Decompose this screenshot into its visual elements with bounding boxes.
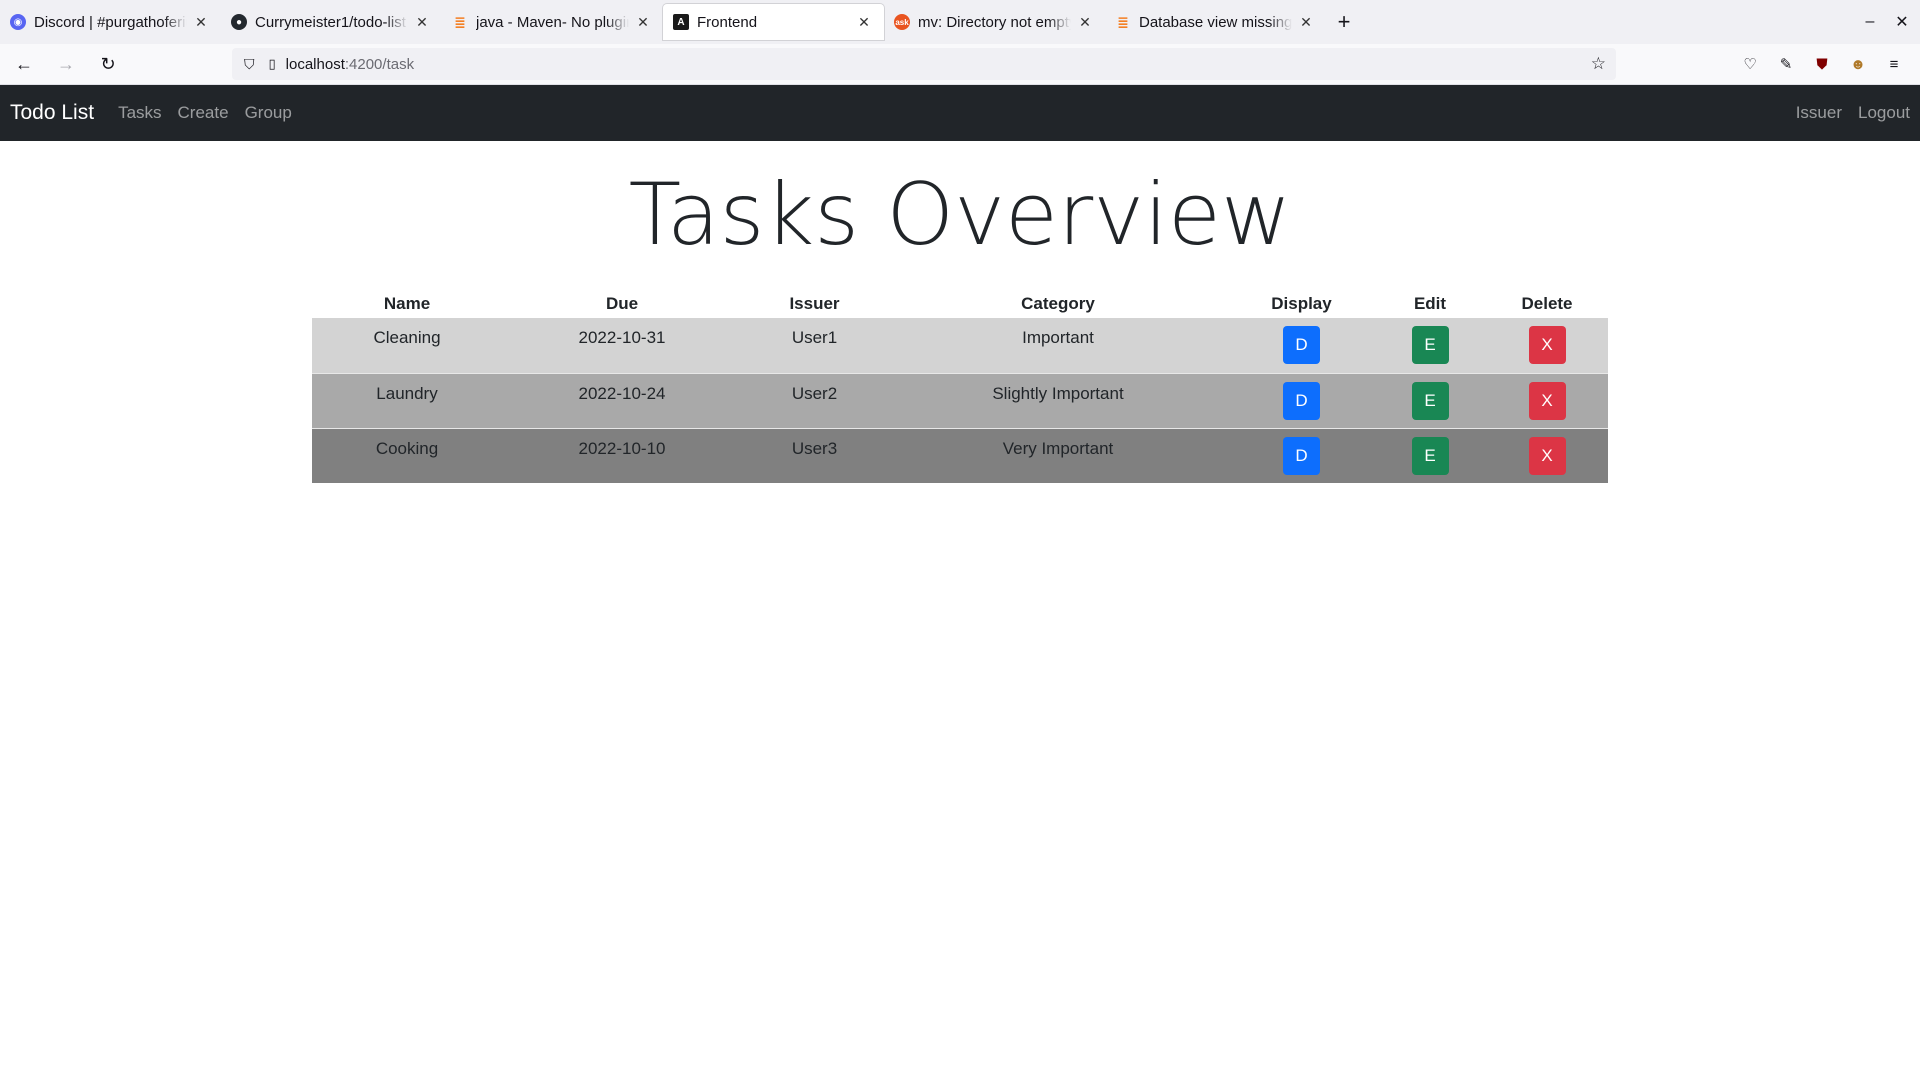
display-cell: D (1229, 427, 1374, 483)
reload-icon[interactable]: ↻ (92, 48, 124, 80)
browser-tab[interactable]: ◉ Discord | #purgathoferium ✕ (0, 0, 221, 44)
close-window-icon[interactable]: ✕ (1884, 0, 1920, 44)
new-tab-icon[interactable]: + (1326, 0, 1362, 44)
task-name: Cooking (312, 427, 502, 483)
menu-icon[interactable]: ≡ (1876, 48, 1912, 80)
display-cell: D (1229, 372, 1374, 428)
column-header: Display (1271, 294, 1332, 313)
stackoverflow-icon: ≣ (454, 13, 466, 30)
display-button[interactable]: D (1283, 326, 1320, 364)
app-navbar: Todo List Tasks Create Group Issuer Logo… (0, 85, 1920, 141)
task-issuer: User3 (742, 427, 887, 483)
address-bar[interactable]: ⛉ ▯ localhost:4200/task ☆ (232, 48, 1616, 80)
task-category: Important (887, 318, 1229, 373)
ublock-icon[interactable]: ⛊ (1804, 48, 1840, 80)
task-category: Very Important (887, 427, 1229, 483)
column-header: Name (383, 294, 431, 313)
tampermonkey-icon[interactable]: ☻ (1840, 48, 1876, 80)
stackoverflow-icon: ≣ (1117, 13, 1129, 30)
task-issuer: User1 (742, 318, 887, 373)
nav-link-group[interactable]: Group (245, 103, 292, 123)
edit-cell: E (1374, 372, 1486, 428)
browser-tab[interactable]: ≣ Database view missing fro ✕ (1105, 0, 1326, 44)
close-icon[interactable]: ✕ (191, 12, 211, 32)
delete-cell: X (1486, 372, 1608, 428)
display-button[interactable]: D (1283, 381, 1320, 420)
browser-tab-strip: ◉ Discord | #purgathoferium ✕ ● Currymei… (0, 0, 1920, 44)
browser-toolbar: ← → ↻ ⛉ ▯ localhost:4200/task ☆ ♡ ✎ ⛊ ☻ … (0, 44, 1920, 85)
nav-link-issuer[interactable]: Issuer (1796, 103, 1842, 123)
discord-icon: ◉ (10, 14, 26, 30)
task-category: Slightly Important (887, 372, 1229, 428)
tab-title: Currymeister1/todo-list (255, 13, 406, 31)
table-row: Cooking 2022-10-10 User3 Very Important … (312, 427, 1608, 483)
nav-link-logout[interactable]: Logout (1858, 103, 1910, 123)
tab-title: mv: Directory not empty - (918, 13, 1071, 31)
task-due: 2022-10-10 (502, 427, 742, 483)
column-header: Edit (1413, 294, 1447, 313)
close-icon[interactable]: ✕ (633, 12, 653, 32)
browser-tab[interactable]: ≣ java - Maven- No plugin fo ✕ (442, 0, 663, 44)
browser-tab[interactable]: ask mv: Directory not empty - ✕ (884, 0, 1105, 44)
browser-tab[interactable]: ● Currymeister1/todo-list ✕ (221, 0, 442, 44)
column-header: Delete (1521, 294, 1573, 313)
bookmark-star-icon[interactable]: ☆ (1591, 54, 1606, 74)
delete-cell: X (1486, 427, 1608, 483)
back-icon[interactable]: ← (8, 48, 40, 80)
column-header: Due (605, 294, 639, 313)
close-icon[interactable]: ✕ (1296, 12, 1316, 32)
display-button[interactable]: D (1283, 436, 1320, 475)
display-cell: D (1229, 318, 1374, 373)
delete-cell: X (1486, 318, 1608, 373)
tasks-table: Name Due Issuer Category Display Edit De… (312, 290, 1608, 483)
close-icon[interactable]: ✕ (412, 12, 432, 32)
nav-link-create[interactable]: Create (178, 103, 229, 123)
pocket-icon[interactable]: ♡ (1732, 48, 1768, 80)
column-header: Category (1021, 294, 1095, 313)
edit-button[interactable]: E (1411, 326, 1449, 364)
edit-cell: E (1374, 318, 1486, 373)
tab-title: Discord | #purgathoferium (34, 13, 187, 31)
askubuntu-icon: ask (894, 14, 910, 30)
forward-icon[interactable]: → (50, 48, 82, 80)
extension-icon[interactable]: ✎ (1768, 48, 1804, 80)
minimize-icon[interactable]: – (1852, 0, 1888, 44)
angular-icon: A (673, 14, 689, 30)
edit-button[interactable]: E (1411, 381, 1449, 420)
task-issuer: User2 (742, 372, 887, 428)
nav-right: Issuer Logout (1780, 85, 1910, 141)
page-title: Tasks Overview (628, 165, 1292, 265)
page-icon: ▯ (268, 56, 276, 71)
browser-tab-active[interactable]: A Frontend ✕ (663, 4, 884, 40)
table-row: Cleaning 2022-10-31 User1 Important D E … (312, 318, 1608, 373)
close-icon[interactable]: ✕ (1075, 12, 1095, 32)
delete-button[interactable]: X (1528, 436, 1566, 475)
tab-title: Frontend (697, 13, 758, 31)
delete-button[interactable]: X (1528, 381, 1566, 420)
task-due: 2022-10-31 (502, 318, 742, 373)
task-name: Laundry (312, 372, 502, 428)
task-name: Cleaning (312, 318, 502, 373)
shield-icon[interactable]: ⛉ (244, 56, 255, 73)
url-text[interactable]: localhost:4200/task (286, 56, 414, 73)
tab-title: java - Maven- No plugin fo (476, 13, 629, 31)
delete-button[interactable]: X (1528, 326, 1566, 364)
github-icon: ● (231, 14, 247, 30)
tab-title: Database view missing fro (1139, 13, 1292, 31)
close-icon[interactable]: ✕ (854, 12, 874, 32)
extensions-area: ♡ ✎ ⛊ ☻ ≡ (1732, 48, 1912, 80)
nav-link-tasks[interactable]: Tasks (118, 103, 161, 123)
task-due: 2022-10-24 (502, 372, 742, 428)
table-row: Laundry 2022-10-24 User2 Slightly Import… (312, 372, 1608, 428)
edit-button[interactable]: E (1411, 436, 1449, 475)
edit-cell: E (1374, 427, 1486, 483)
column-header: Issuer (789, 294, 840, 313)
brand-link[interactable]: Todo List (10, 101, 94, 125)
table-header-row: Name Due Issuer Category Display Edit De… (312, 290, 1608, 318)
